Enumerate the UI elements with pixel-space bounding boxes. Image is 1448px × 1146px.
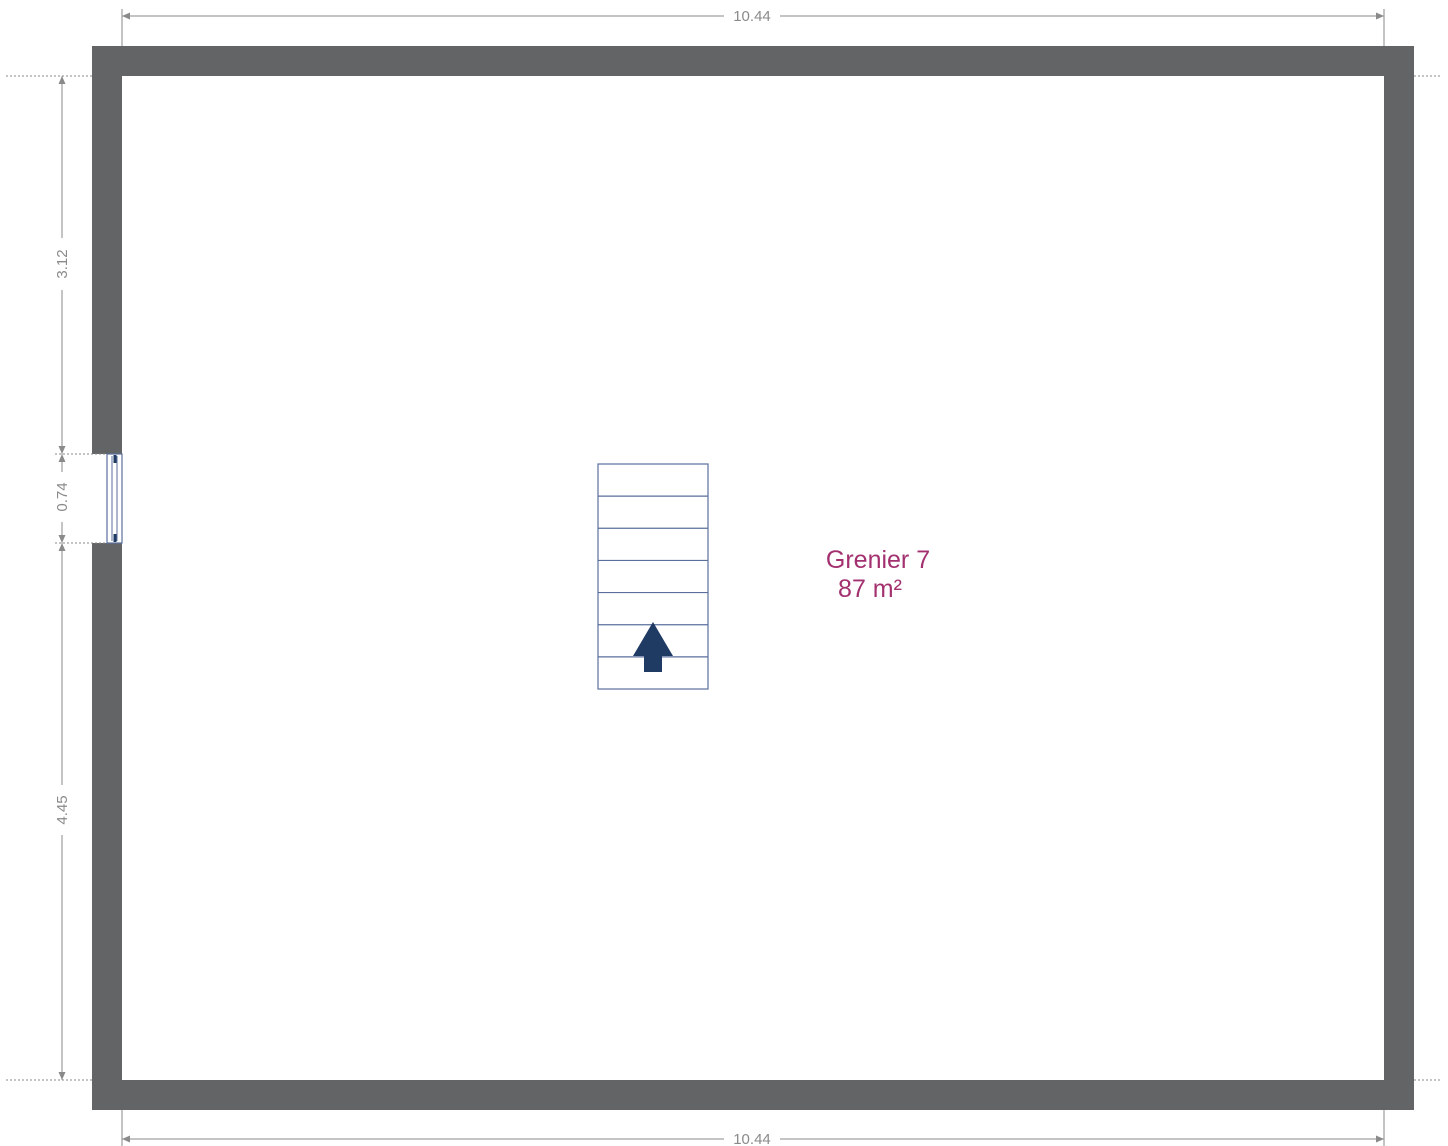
dimension-right-ticks bbox=[1414, 75, 1440, 1081]
room-name: Grenier 7 bbox=[826, 546, 930, 574]
walls bbox=[92, 46, 1414, 1110]
dimension-left-upper-label: 3.12 bbox=[54, 249, 71, 278]
dimension-bottom-label: 10.44 bbox=[733, 1131, 771, 1146]
window-left bbox=[106, 453, 123, 544]
wall-top bbox=[92, 46, 1414, 76]
wall-left-lower bbox=[92, 543, 122, 1110]
dimension-left bbox=[6, 75, 107, 1081]
wall-left-upper bbox=[92, 46, 122, 454]
dimension-left-lower-label: 4.45 bbox=[54, 795, 71, 824]
wall-right bbox=[1384, 46, 1414, 1110]
wall-bottom bbox=[92, 1080, 1414, 1110]
floor-plan: 10.44 10.44 3.12 0.74 4.45 Grenier 7 87 … bbox=[6, 8, 1440, 1146]
dimension-top-label: 10.44 bbox=[733, 8, 771, 25]
dimension-left-window-label: 0.74 bbox=[54, 482, 71, 511]
room-area: 87 m² bbox=[838, 575, 902, 603]
